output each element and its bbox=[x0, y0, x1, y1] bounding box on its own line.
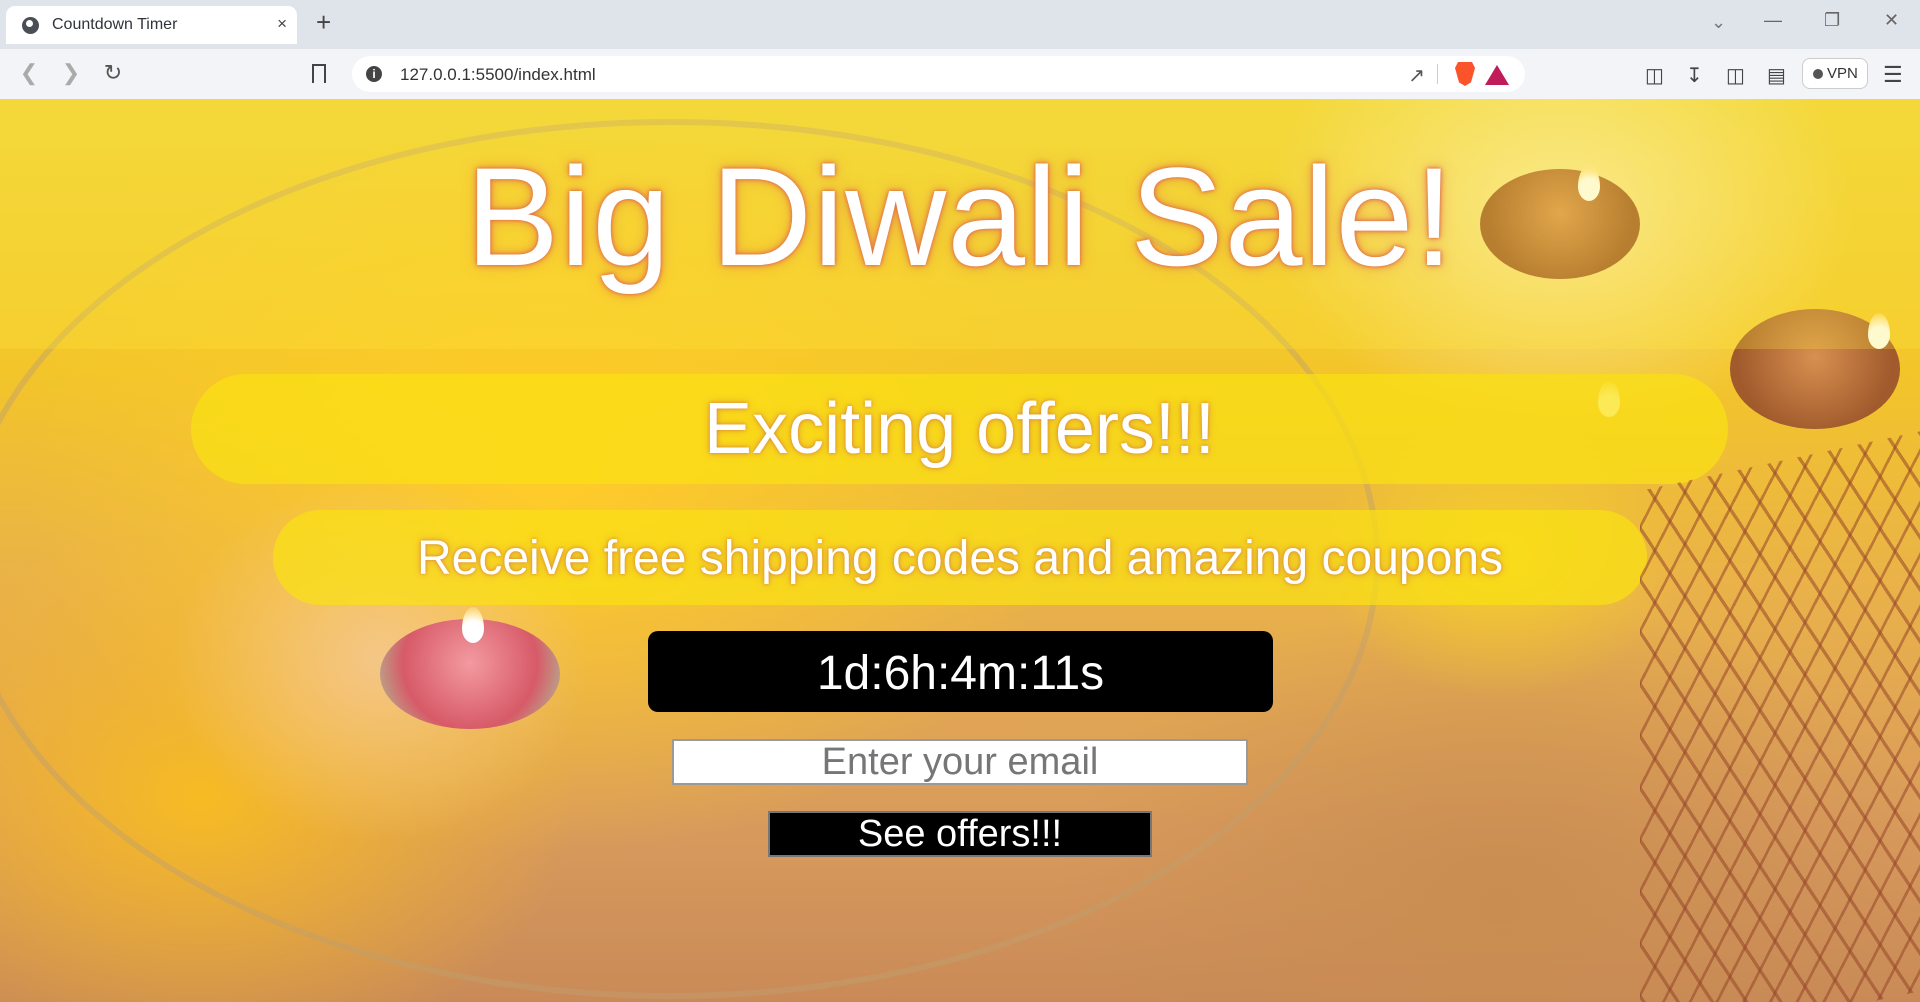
minimize-icon[interactable]: — bbox=[1764, 10, 1782, 31]
url-text[interactable]: 127.0.0.1:5500/index.html bbox=[400, 65, 596, 85]
vpn-status-icon bbox=[1813, 69, 1823, 79]
tab-title: Countdown Timer bbox=[52, 16, 178, 33]
browser-toolbar: ❮ ❯ ↻ i 127.0.0.1:5500/index.html ↗ ◫ ↧ … bbox=[0, 49, 1920, 99]
offer-subtext-banner: Receive free shipping codes and amazing … bbox=[273, 510, 1647, 605]
countdown-timer: 1d:6h:4m:11s bbox=[648, 631, 1273, 712]
offer-heading-banner: Exciting offers!!! bbox=[191, 374, 1728, 484]
share-icon[interactable]: ↗ bbox=[1408, 63, 1425, 88]
browser-tab-bar: Countdown Timer × + ⌄ — ❐ ✕ bbox=[0, 0, 1920, 49]
page-title: Big Diwali Sale! bbox=[465, 138, 1455, 295]
new-tab-button[interactable]: + bbox=[316, 8, 331, 36]
page-content: Big Diwali Sale! Exciting offers!!! Rece… bbox=[0, 99, 1920, 1002]
email-field[interactable] bbox=[672, 739, 1248, 785]
tab-search-chevron-icon[interactable]: ⌄ bbox=[1711, 12, 1726, 33]
sidebar-icon[interactable]: ◫ bbox=[1726, 63, 1745, 88]
address-bar[interactable]: i 127.0.0.1:5500/index.html ↗ bbox=[352, 56, 1525, 92]
offer-subtext: Receive free shipping codes and amazing … bbox=[416, 532, 1504, 585]
brave-rewards-icon[interactable] bbox=[1485, 65, 1509, 85]
globe-icon bbox=[22, 17, 39, 34]
wallet-icon[interactable]: ▤ bbox=[1767, 63, 1786, 88]
extensions-icon[interactable]: ◫ bbox=[1645, 63, 1664, 88]
restore-icon[interactable]: ❐ bbox=[1824, 10, 1840, 31]
site-info-icon[interactable]: i bbox=[366, 66, 382, 82]
vpn-button[interactable]: VPN bbox=[1802, 58, 1868, 89]
offer-heading: Exciting offers!!! bbox=[704, 389, 1215, 469]
download-icon[interactable]: ↧ bbox=[1686, 63, 1703, 88]
forward-arrow-icon[interactable]: ❯ bbox=[58, 60, 84, 86]
vpn-label: VPN bbox=[1827, 65, 1858, 82]
window-close-icon[interactable]: ✕ bbox=[1884, 10, 1899, 31]
flame-image bbox=[462, 607, 484, 643]
countdown-value: 1d:6h:4m:11s bbox=[816, 647, 1105, 700]
address-bar-divider bbox=[1437, 64, 1438, 84]
brave-shields-icon[interactable] bbox=[1455, 62, 1475, 86]
tab-close-icon[interactable]: × bbox=[277, 14, 287, 34]
browser-tab[interactable]: Countdown Timer × bbox=[6, 6, 297, 44]
menu-icon[interactable]: ☰ bbox=[1883, 62, 1903, 88]
reload-icon[interactable]: ↻ bbox=[100, 60, 126, 86]
bookmark-icon[interactable] bbox=[312, 64, 326, 83]
see-offers-button[interactable]: See offers!!! bbox=[768, 811, 1152, 857]
back-arrow-icon[interactable]: ❮ bbox=[16, 60, 42, 86]
